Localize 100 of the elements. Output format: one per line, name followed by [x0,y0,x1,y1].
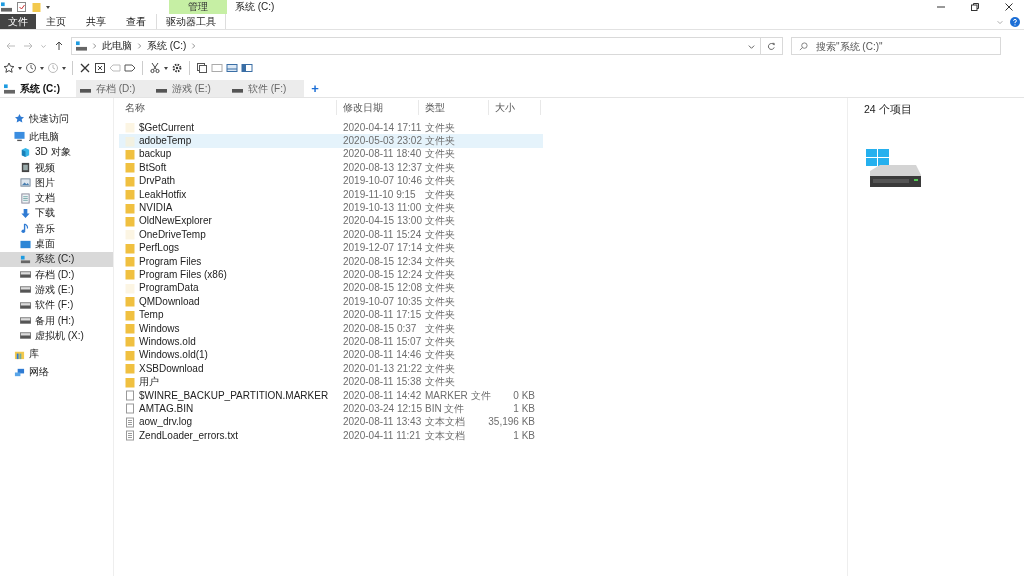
file-row[interactable]: XSBDownload 2020-01-13 21:22 文件夹 [119,362,543,376]
sidebar-item[interactable]: 软件 (F:) [0,297,113,313]
type-cell: 文件夹 [425,322,455,335]
scissors-icon[interactable] [149,62,161,74]
file-name: LeakHotfix [139,188,187,201]
file-row[interactable]: Windows 2020-08-15 0:37 文件夹 [119,321,543,336]
chevron-right-icon [191,42,197,50]
context-tab-header: 管理 [169,0,227,14]
file-row[interactable]: ProgramData 2020-08-15 12:08 文件夹 [119,281,543,296]
file-row[interactable]: Windows.old 2020-08-11 15:07 文件夹 [119,335,543,349]
file-row[interactable]: OldNewExplorer 2020-04-15 13:00 文件夹 [119,214,543,229]
properties-icon[interactable] [16,2,27,12]
up-arrow-icon[interactable] [54,41,64,51]
ribbon-tab[interactable]: 主页 [36,14,76,29]
sidebar-item[interactable]: 此电脑 [0,129,113,145]
file-row[interactable]: NVIDIA 2019-10-13 11:00 文件夹 [119,201,543,215]
address-bar[interactable]: 此电脑 系统 (C:) [71,37,761,55]
file-name: Temp [139,309,164,322]
caret-icon[interactable] [62,66,66,70]
tag-right-icon[interactable] [124,62,136,74]
tab[interactable]: 存档 (D:) [76,80,152,97]
breadcrumb[interactable]: 此电脑 [102,39,132,53]
file-row[interactable]: $GetCurrent 2020-04-14 17:11 文件夹 [119,121,543,135]
sidebar-item[interactable]: 3D 对象 [0,144,113,160]
file-row[interactable]: OneDriveTemp 2020-08-11 15:24 文件夹 [119,228,543,242]
breadcrumb[interactable]: 系统 (C:) [147,39,187,53]
sidebar-item[interactable]: 视频 [0,159,113,176]
date-cell: 2020-08-13 12:37 [343,161,422,174]
close-box-icon[interactable] [94,62,106,74]
clock-icon[interactable] [25,62,37,74]
caret-icon[interactable] [40,66,44,70]
caret-icon[interactable] [164,66,168,70]
column-header[interactable]: 名称 [119,100,337,115]
file-row[interactable]: Program Files 2020-08-15 12:34 文件夹 [119,254,543,269]
size-cell: 35,196 KB [488,416,535,429]
caret-icon[interactable] [18,66,22,70]
settings-icon[interactable] [171,62,183,74]
file-row[interactable]: Program Files (x86) 2020-08-15 12:24 文件夹 [119,268,543,282]
date-cell: 2020-08-15 12:34 [343,255,422,268]
cube-icon [20,146,31,158]
file-row[interactable]: AMTAG.BIN 2020-03-24 12:15 BIN 文件 1 KB [119,402,543,416]
sidebar-item[interactable]: 文档 [0,190,113,206]
file-row[interactable]: LeakHotfix 2019-11-10 9:15 文件夹 [119,187,543,202]
file-row[interactable]: DrvPath 2019-10-07 10:46 文件夹 [119,174,543,188]
sidebar-item[interactable]: 虚拟机 (X:) [0,328,113,344]
file-row[interactable]: $WINRE_BACKUP_PARTITION.MARKER 2020-08-11 14:42 MARKER 文件 0 KB [119,388,543,403]
ribbon-tab[interactable]: 驱动器工具 [156,14,226,29]
date-cell: 2020-08-11 15:07 [343,335,422,348]
caret-icon[interactable] [46,5,50,9]
sidebar-item[interactable]: 系统 (C:) [0,251,113,267]
sidebar-item[interactable]: 库 [0,346,113,362]
details-pane-icon[interactable] [241,62,253,74]
ribbon-tab[interactable]: 查看 [116,14,156,29]
file-row[interactable]: PerfLogs 2019-12-07 17:14 文件夹 [119,241,543,255]
restore-icon[interactable] [970,2,980,12]
refresh-button[interactable] [761,37,783,55]
column-header[interactable]: 修改日期 [337,100,419,115]
sidebar-item[interactable]: 快速访问 [0,111,113,127]
close-icon[interactable] [1004,2,1014,12]
file-name: Windows.old [139,335,196,348]
file-row[interactable]: BtSoft 2020-08-13 12:37 文件夹 [119,161,543,175]
sidebar-item[interactable]: 音乐 [0,221,113,237]
tab[interactable]: 游戏 (E:) [152,80,228,97]
type-cell: 文件夹 [425,362,455,375]
sidebar-item[interactable]: 游戏 (E:) [0,282,113,298]
sidebar-label: 网络 [29,365,49,380]
file-row[interactable]: 用户 2020-08-11 15:38 文件夹 [119,375,543,389]
search-field[interactable]: 搜索"系统 (C:)" [791,37,1001,55]
tab[interactable]: 软件 (F:) [228,80,304,97]
date-cell: 2020-08-11 13:43 [343,416,422,429]
file-name: backup [139,148,172,161]
ribbon-tab[interactable]: 文件 [0,14,36,29]
file-row[interactable]: backup 2020-08-11 18:40 文件夹 [119,147,543,162]
sidebar-label: 图片 [35,175,55,190]
sidebar-item[interactable]: 桌面 [0,236,113,252]
sidebar-item[interactable]: 存档 (D:) [0,266,113,283]
ribbon-tab[interactable]: 共享 [76,14,116,29]
type-cell: 文件夹 [425,161,455,174]
file-row[interactable]: QMDownload 2019-10-07 10:35 文件夹 [119,295,543,309]
file-row[interactable]: ZendLoader_errors.txt 2020-04-11 11:21 文本文档 1 KB [119,429,543,443]
close-icon[interactable] [79,62,91,74]
preview-pane-icon[interactable] [226,62,238,74]
drive-icon[interactable] [1,2,12,12]
sidebar-item[interactable]: 网络 [0,364,113,381]
file-row[interactable]: Temp 2020-08-11 17:15 文件夹 [119,308,543,322]
sidebar-item[interactable]: 备用 (H:) [0,312,113,329]
file-row[interactable]: adobeTemp 2020-05-03 23:02 文件夹 [119,134,543,148]
file-row[interactable]: aow_drv.log 2020-08-11 13:43 文本文档 35,196 KB [119,415,543,429]
sidebar-label: 音乐 [35,221,55,236]
help-icon[interactable] [1010,17,1020,27]
sidebar-item[interactable]: 下载 [0,205,113,222]
window-title: 系统 (C:) [235,0,275,14]
file-row[interactable]: Windows.old(1) 2020-08-11 14:46 文件夹 [119,348,543,363]
column-header[interactable]: 大小 [489,100,541,115]
column-header[interactable]: 类型 [419,100,489,115]
new-tab-button[interactable]: + [304,80,326,97]
sidebar-item[interactable]: 图片 [0,175,113,191]
star-icon[interactable] [3,62,15,74]
type-cell: 文件夹 [425,242,455,255]
copy-window-icon[interactable] [196,62,208,74]
